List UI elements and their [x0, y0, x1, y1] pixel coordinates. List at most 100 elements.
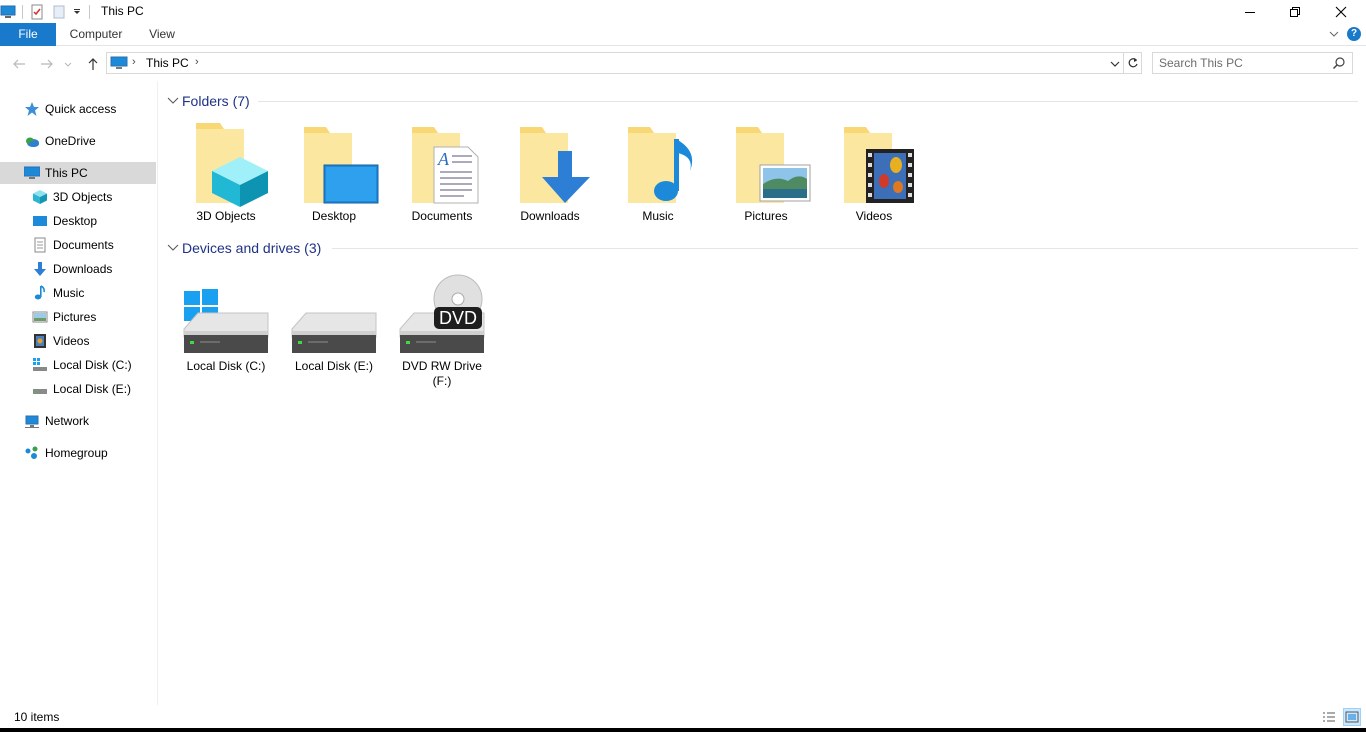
minimize-icon [1245, 11, 1255, 13]
folder-tile-music[interactable]: Music [606, 121, 710, 224]
devices-group-header[interactable]: Devices and drives (3) [166, 238, 321, 258]
folder-label: Pictures [744, 209, 788, 223]
star-icon [24, 101, 40, 117]
drive-tile-dvd-rw[interactable]: DVD DVD RW Drive (F:) [390, 271, 494, 389]
sidebar-item-homegroup[interactable]: Homegroup [0, 442, 156, 464]
toolbar-divider [22, 5, 23, 19]
sidebar-item-local-disk-e[interactable]: Local Disk (E:) [0, 378, 156, 400]
folder-tile-downloads[interactable]: Downloads [498, 121, 602, 224]
sidebar-item-3d-objects[interactable]: 3D Objects [0, 186, 156, 208]
sidebar-item-label: Desktop [53, 214, 98, 228]
sidebar-item-downloads[interactable]: Downloads [0, 258, 156, 280]
address-history-chevron-icon[interactable] [1110, 58, 1120, 72]
tab-computer[interactable]: Computer [62, 23, 130, 46]
details-view-button[interactable] [1320, 708, 1338, 726]
sidebar-item-pictures[interactable]: Pictures [0, 306, 156, 328]
sidebar-item-music[interactable]: Music [0, 282, 156, 304]
refresh-button[interactable] [1124, 52, 1142, 74]
folder-tile-videos[interactable]: Videos [822, 121, 926, 224]
help-icon[interactable]: ? [1347, 27, 1361, 41]
music-icon [32, 285, 48, 301]
address-bar[interactable]: › This PC › [106, 52, 1124, 74]
sidebar-item-local-disk-c[interactable]: Local Disk (C:) [0, 354, 156, 376]
breadcrumb-this-pc[interactable]: This PC [146, 56, 189, 70]
sidebar-item-label: Music [53, 286, 85, 300]
dvd-badge: DVD [439, 308, 477, 328]
network-icon [24, 413, 40, 429]
app-computer-icon[interactable] [0, 4, 16, 20]
folder-tile-documents[interactable]: A Documents [390, 121, 494, 224]
search-box[interactable] [1152, 52, 1353, 74]
group-divider [332, 248, 1358, 249]
navigation-bar: › This PC › [0, 46, 1366, 81]
download-icon [32, 261, 48, 277]
pictures-folder-icon [714, 121, 818, 207]
drive-tile-local-disk-c[interactable]: Local Disk (C:) [174, 271, 278, 374]
close-button[interactable] [1318, 0, 1364, 23]
chevron-down-icon [64, 62, 72, 67]
folder-label: Music [642, 209, 674, 223]
large-icons-view-button[interactable] [1343, 708, 1361, 726]
sidebar-item-label: Homegroup [45, 446, 108, 460]
computer-icon [110, 56, 128, 73]
sidebar-item-this-pc[interactable]: This PC [0, 162, 156, 184]
expand-ribbon-chevron-icon[interactable] [1328, 28, 1340, 40]
minimize-button[interactable] [1227, 0, 1273, 23]
sidebar-item-desktop[interactable]: Desktop [0, 210, 156, 232]
up-button[interactable] [84, 55, 102, 73]
back-button[interactable] [10, 55, 28, 73]
folders-group-header[interactable]: Folders (7) [166, 91, 250, 111]
sidebar-item-label: 3D Objects [53, 190, 113, 204]
drive-label: Local Disk (C:) [186, 359, 266, 373]
search-icon[interactable] [1332, 56, 1346, 73]
forward-button[interactable] [38, 55, 56, 73]
drive-tile-local-disk-e[interactable]: Local Disk (E:) [282, 271, 386, 374]
sidebar-item-label: Network [45, 414, 90, 428]
drive-label: DVD RW Drive (F:) [390, 359, 494, 389]
homegroup-icon [24, 445, 40, 461]
cube-icon [32, 189, 48, 205]
quick-access-toolbar [0, 3, 96, 21]
breadcrumb-separator[interactable]: › [195, 56, 199, 68]
onedrive-icon [24, 133, 40, 149]
details-view-icon [1323, 712, 1335, 722]
sidebar-item-label: Downloads [53, 262, 113, 276]
breadcrumb-separator[interactable]: › [132, 56, 136, 68]
search-input[interactable] [1159, 55, 1329, 71]
sidebar-item-label: Local Disk (C:) [53, 358, 132, 372]
title-bar: This PC [0, 0, 1366, 23]
document-icon [32, 237, 48, 253]
3d-objects-folder-icon [174, 121, 278, 207]
sidebar-item-onedrive[interactable]: OneDrive [0, 130, 156, 152]
folder-tile-desktop[interactable]: Desktop [282, 121, 386, 224]
window-title: This PC [101, 4, 144, 18]
customize-toolbar-chevron-icon[interactable] [71, 4, 83, 20]
sidebar-item-documents[interactable]: Documents [0, 234, 156, 256]
documents-folder-icon: A [390, 121, 494, 207]
ribbon-tabs: File Computer View ? [0, 23, 1366, 46]
drive-label: Local Disk (E:) [294, 359, 374, 373]
recent-locations-button[interactable] [62, 55, 74, 73]
folder-label: Downloads [520, 209, 580, 223]
sidebar-item-network[interactable]: Network [0, 410, 156, 432]
tab-view[interactable]: View [140, 23, 184, 46]
folder-tile-pictures[interactable]: Pictures [714, 121, 818, 224]
folder-label: Videos [855, 209, 893, 223]
restore-button[interactable] [1272, 0, 1318, 23]
picture-icon [32, 309, 48, 325]
new-folder-icon[interactable] [51, 4, 67, 20]
desktop-folder-icon [282, 121, 386, 207]
drive-label-line1: DVD RW Drive [402, 359, 482, 373]
sidebar-item-quick-access[interactable]: Quick access [0, 98, 156, 120]
folder-label: Desktop [311, 209, 357, 223]
system-drive-icon [174, 271, 278, 357]
folder-label: Documents [411, 209, 473, 223]
sidebar-item-videos[interactable]: Videos [0, 330, 156, 352]
downloads-folder-icon [498, 121, 602, 207]
toolbar-divider [89, 5, 90, 19]
properties-icon[interactable] [29, 4, 45, 20]
folder-tile-3d-objects[interactable]: 3D Objects [174, 121, 278, 224]
drive-icon [32, 381, 48, 397]
sidebar-item-label: Quick access [45, 102, 117, 116]
tab-file[interactable]: File [0, 23, 56, 46]
